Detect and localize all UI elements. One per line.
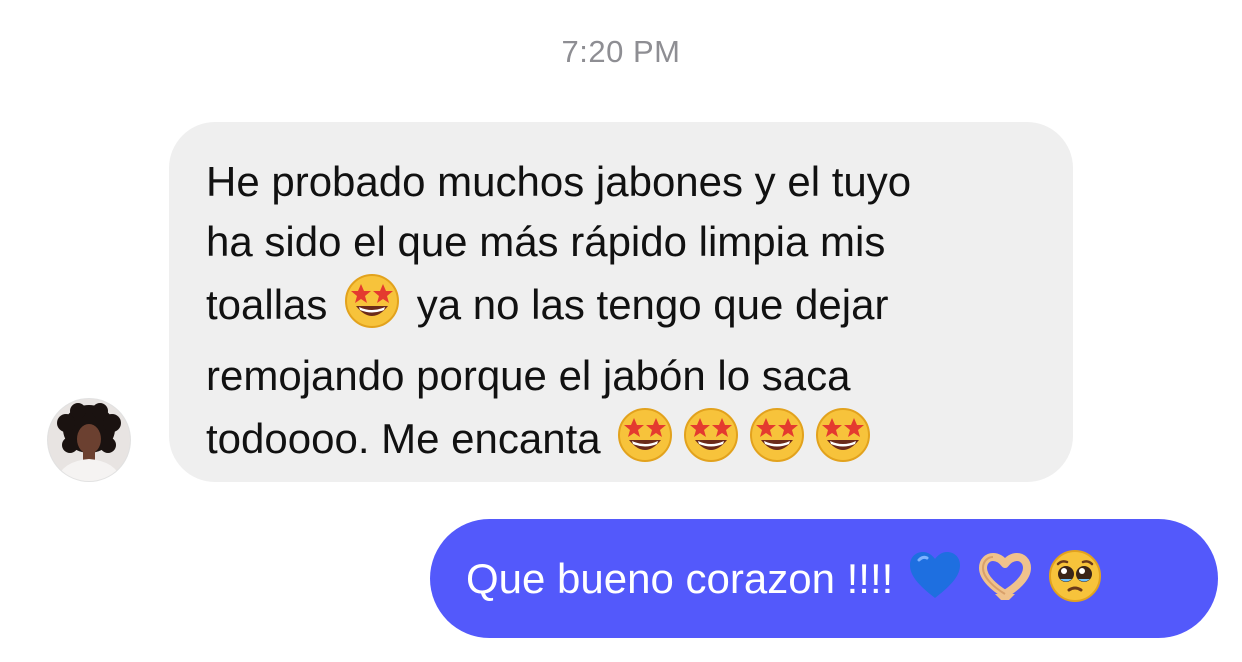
incoming-message-text: He probado muchos jabones y el tuyo ha s… bbox=[206, 152, 1037, 480]
star-struck-emoji-icon bbox=[343, 272, 401, 346]
outgoing-message-text: Que bueno corazon !!!! bbox=[466, 554, 894, 602]
incoming-message-row: He probado muchos jabones y el tuyo ha s… bbox=[48, 122, 1078, 482]
pleading-face-emoji-icon bbox=[1047, 548, 1103, 609]
star-struck-emoji-icon bbox=[682, 406, 740, 480]
sender-avatar[interactable] bbox=[48, 399, 130, 481]
outgoing-message-bubble[interactable]: Que bueno corazon !!!! bbox=[430, 519, 1218, 638]
star-struck-emoji-icon bbox=[814, 406, 872, 480]
message-timestamp: 7:20 PM bbox=[561, 34, 681, 69]
blue-heart-emoji-icon bbox=[907, 548, 963, 609]
star-struck-emoji-icon bbox=[748, 406, 806, 480]
star-struck-emoji-icon bbox=[616, 406, 674, 480]
incoming-message-bubble[interactable]: He probado muchos jabones y el tuyo ha s… bbox=[169, 122, 1073, 482]
heart-hands-emoji-icon bbox=[977, 548, 1033, 609]
